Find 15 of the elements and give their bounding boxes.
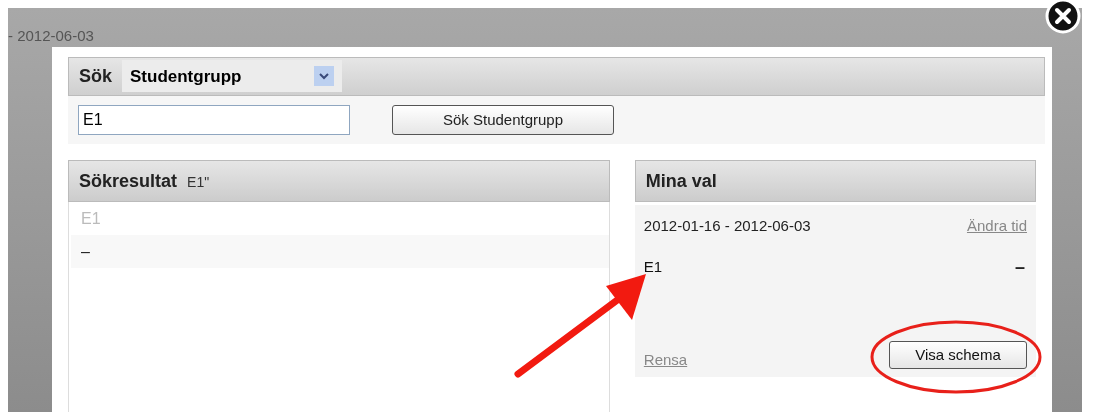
search-field[interactable]: E1 <box>78 104 350 135</box>
results-title: Sökresultat <box>79 169 178 193</box>
choices-title: Mina val <box>645 169 717 193</box>
search-label: Sök <box>79 64 112 88</box>
search-button[interactable]: Sök Studentgrupp <box>392 104 614 135</box>
chevron-down-icon <box>314 66 334 87</box>
date-range: 2012-01-16 - 2012-06-03 <box>643 216 811 236</box>
close-icon[interactable] <box>1044 0 1082 35</box>
show-schedule-button[interactable]: Visa schema <box>889 341 1027 369</box>
type-select[interactable]: Studentgrupp <box>122 60 342 93</box>
date-text: - 2012-06-03 <box>8 26 94 46</box>
result-item[interactable]: – <box>71 235 609 268</box>
query-echo: E1" <box>187 173 210 192</box>
choice-item: E1 <box>643 256 663 277</box>
remove-button[interactable]: – <box>1015 253 1027 281</box>
